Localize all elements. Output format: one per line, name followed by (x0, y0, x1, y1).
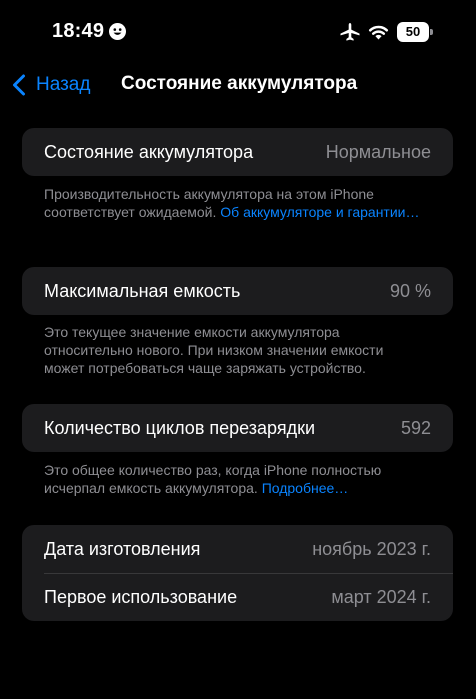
max-capacity-value: 90 % (389, 280, 431, 301)
cycle-count-footnote: Это общее количество раз, когда iPhone п… (44, 461, 424, 497)
battery-health-footnote: Производительность аккумулятора на этом … (44, 185, 424, 221)
status-bar: 18:49 50 (0, 0, 476, 64)
first-use-label: Первое использование (44, 586, 238, 607)
back-label: Назад (36, 74, 91, 95)
max-capacity-footnote: Это текущее значение емкости аккумулятор… (44, 324, 384, 376)
navigation-bar: Назад Состояние аккумулятора (0, 64, 476, 104)
max-capacity-group: Максимальная емкость 90 % (22, 267, 453, 315)
back-button[interactable]: Назад (12, 72, 90, 98)
max-capacity-label: Максимальная емкость (44, 280, 241, 301)
battery-cap (430, 29, 433, 35)
status-time: 18:49 (52, 20, 105, 42)
battery-health-label: Состояние аккумулятора (44, 141, 254, 162)
focus-face-icon (109, 23, 126, 40)
manufacture-date-value: ноябрь 2023 г. (312, 538, 431, 559)
battery-health-row: Состояние аккумулятора Нормальное (22, 128, 453, 176)
battery-warranty-link[interactable]: Об аккумуляторе и гарантии… (220, 204, 419, 220)
chevron-left-icon (13, 74, 25, 96)
max-capacity-row: Максимальная емкость 90 % (22, 267, 453, 315)
page-title: Состояние аккумулятора (121, 73, 358, 94)
manufacture-date-label: Дата изготовления (44, 538, 201, 559)
battery-icon: 50 (397, 22, 433, 42)
cycle-count-value: 592 (400, 417, 431, 438)
battery-health-group: Состояние аккумулятора Нормальное (22, 128, 453, 176)
learn-more-link[interactable]: Подробнее… (262, 480, 349, 496)
battery-level: 50 (397, 22, 429, 42)
first-use-value: март 2024 г. (331, 586, 431, 607)
wifi-icon (368, 25, 389, 40)
cycle-count-label: Количество циклов перезарядки (44, 417, 316, 438)
battery-health-value: Нормальное (325, 141, 431, 162)
cycle-count-row: Количество циклов перезарядки 592 (22, 404, 453, 452)
manufacture-date-row: Дата изготовления ноябрь 2023 г. (22, 525, 453, 573)
dates-group: Дата изготовления ноябрь 2023 г. Первое … (22, 525, 453, 621)
first-use-row: Первое использование март 2024 г. (22, 573, 453, 621)
cycle-count-group: Количество циклов перезарядки 592 (22, 404, 453, 452)
airplane-icon (340, 23, 360, 41)
